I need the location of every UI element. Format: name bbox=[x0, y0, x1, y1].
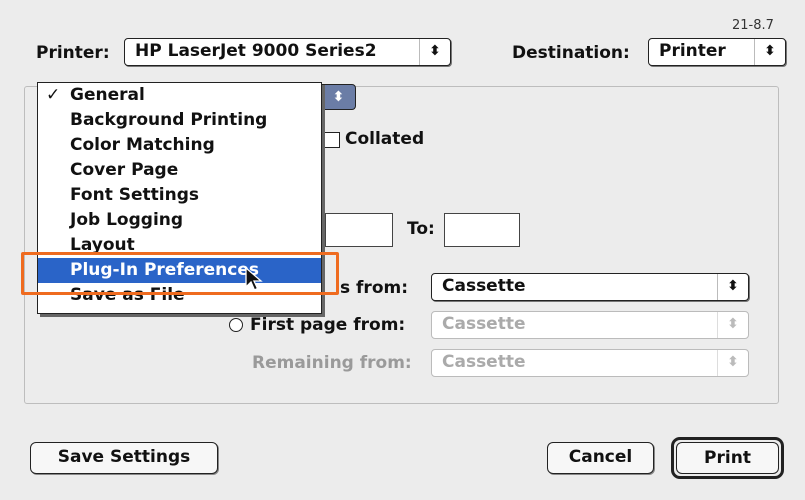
mouse-pointer-icon bbox=[245, 267, 263, 291]
first-page-radio[interactable] bbox=[229, 318, 243, 332]
all-pages-source-value: Cassette bbox=[442, 276, 526, 296]
checkmark-icon: ✓ bbox=[46, 85, 61, 105]
annotation-highlight-box bbox=[21, 252, 339, 295]
all-pages-source-popup[interactable]: Cassette ⬍ bbox=[431, 273, 749, 301]
menu-item-general[interactable]: ✓ General bbox=[38, 83, 321, 108]
cancel-button[interactable]: Cancel bbox=[547, 442, 654, 474]
to-label: To: bbox=[407, 219, 435, 239]
print-button[interactable]: Print bbox=[671, 437, 784, 479]
save-settings-button[interactable]: Save Settings bbox=[30, 442, 218, 474]
menu-item-font-settings[interactable]: Font Settings bbox=[38, 183, 321, 208]
updown-arrows-icon: ⬍ bbox=[717, 274, 748, 300]
menu-item-label: Cover Page bbox=[70, 160, 179, 180]
pages-to-field[interactable] bbox=[444, 213, 520, 247]
updown-arrows-icon: ⬍ bbox=[419, 39, 450, 65]
updown-arrows-icon: ⬍ bbox=[717, 350, 748, 376]
updown-arrows-icon: ⬍ bbox=[332, 89, 345, 105]
menu-item-job-logging[interactable]: Job Logging bbox=[38, 208, 321, 233]
version-code: 21-8.7 bbox=[732, 18, 774, 33]
printer-label: Printer: bbox=[36, 43, 110, 63]
print-button-label: Print bbox=[676, 442, 779, 474]
collated-label: Collated bbox=[345, 129, 425, 149]
menu-item-cover-page[interactable]: Cover Page bbox=[38, 158, 321, 183]
all-pages-from-label: s from: bbox=[340, 278, 409, 298]
menu-item-background-printing[interactable]: Background Printing bbox=[38, 108, 321, 133]
first-page-label: First page from: bbox=[250, 315, 406, 335]
menu-item-label: Job Logging bbox=[70, 210, 184, 230]
pages-from-field[interactable] bbox=[325, 213, 393, 247]
printer-popup-value: HP LaserJet 9000 Series2 bbox=[135, 41, 377, 61]
destination-label: Destination: bbox=[512, 43, 630, 63]
menu-item-label: Background Printing bbox=[70, 110, 268, 130]
collated-checkbox[interactable] bbox=[324, 132, 340, 148]
destination-popup-value: Printer bbox=[659, 41, 726, 61]
first-page-source-popup[interactable]: Cassette ⬍ bbox=[431, 311, 749, 339]
first-page-source-value: Cassette bbox=[442, 314, 526, 334]
updown-arrows-icon: ⬍ bbox=[754, 39, 785, 65]
remaining-source-popup[interactable]: Cassette ⬍ bbox=[431, 349, 749, 377]
menu-item-label: Font Settings bbox=[70, 185, 199, 205]
updown-arrows-icon: ⬍ bbox=[717, 312, 748, 338]
destination-popup[interactable]: Printer ⬍ bbox=[648, 38, 786, 66]
menu-item-label: General bbox=[70, 85, 145, 105]
printer-popup[interactable]: HP LaserJet 9000 Series2 ⬍ bbox=[124, 38, 451, 66]
panel-menu-popup-arrows[interactable]: ⬍ bbox=[322, 84, 356, 110]
remaining-source-value: Cassette bbox=[442, 352, 526, 372]
menu-item-label: Color Matching bbox=[70, 135, 215, 155]
menu-item-color-matching[interactable]: Color Matching bbox=[38, 133, 321, 158]
remaining-label: Remaining from: bbox=[252, 353, 412, 373]
